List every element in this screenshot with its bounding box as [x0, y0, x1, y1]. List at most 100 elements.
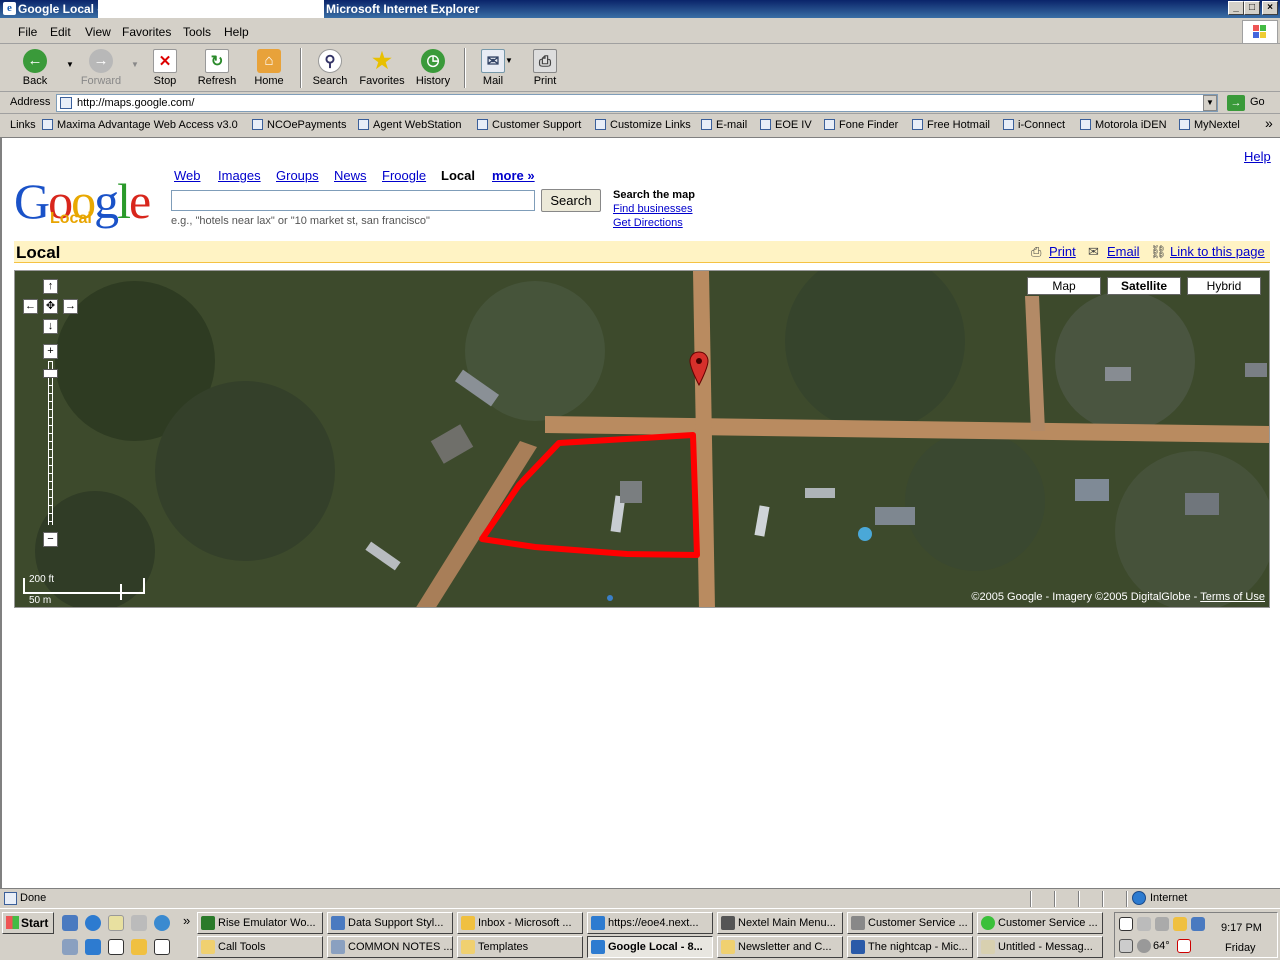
- tray-antivirus-icon[interactable]: [1177, 939, 1191, 953]
- task-inbox[interactable]: Inbox - Microsoft ...: [457, 912, 583, 934]
- history-button[interactable]: ◷ History: [409, 46, 457, 90]
- quicklaunch-outlook-icon[interactable]: [131, 939, 147, 955]
- quicklaunch-desktop-icon[interactable]: [154, 939, 170, 955]
- task-nextel-main-menu[interactable]: Nextel Main Menu...: [717, 912, 843, 934]
- quicklaunch-doc-icon[interactable]: [62, 939, 78, 955]
- pan-down-button[interactable]: ↓: [43, 319, 58, 334]
- get-directions-link[interactable]: Get Directions: [613, 217, 683, 229]
- map-type-hybrid[interactable]: Hybrid: [1187, 277, 1261, 295]
- nav-groups[interactable]: Groups: [276, 168, 319, 183]
- task-common-notes[interactable]: COMMON NOTES ...: [327, 936, 453, 958]
- menu-file[interactable]: File: [18, 25, 37, 39]
- task-the-nightcap[interactable]: The nightcap - Mic...: [847, 936, 973, 958]
- nav-web[interactable]: Web: [174, 168, 201, 183]
- quicklaunch-messenger-icon[interactable]: [154, 915, 170, 931]
- pan-right-button[interactable]: →: [63, 299, 78, 314]
- task-untitled-message[interactable]: Untitled - Messag...: [977, 936, 1103, 958]
- link-mynextel[interactable]: MyNextel: [1179, 119, 1240, 131]
- mail-dropdown-icon[interactable]: ▼: [505, 56, 513, 65]
- tray-clock-icon[interactable]: [1173, 917, 1187, 931]
- menu-favorites[interactable]: Favorites: [122, 25, 171, 39]
- task-rise-emulator[interactable]: Rise Emulator Wo...: [197, 912, 323, 934]
- quicklaunch-notepad-icon[interactable]: [108, 915, 124, 931]
- nav-images[interactable]: Images: [218, 168, 261, 183]
- pan-up-button[interactable]: ↑: [43, 279, 58, 294]
- minimize-button[interactable]: _: [1228, 1, 1244, 15]
- back-dropdown-icon[interactable]: ▼: [66, 60, 74, 69]
- home-button[interactable]: ⌂ Home: [245, 46, 293, 90]
- favorites-button[interactable]: ★ Favorites: [358, 46, 406, 90]
- maximize-button[interactable]: □: [1244, 1, 1260, 15]
- search-input[interactable]: [171, 190, 535, 211]
- start-button[interactable]: Start: [2, 912, 54, 934]
- pan-left-button[interactable]: ←: [23, 299, 38, 314]
- menu-view[interactable]: View: [85, 25, 111, 39]
- print-button[interactable]: ⎙ Print: [521, 46, 569, 90]
- nav-froogle[interactable]: Froogle: [382, 168, 426, 183]
- zoom-slider[interactable]: [48, 361, 53, 525]
- address-dropdown-icon[interactable]: ▼: [1203, 95, 1217, 111]
- tray-time[interactable]: 9:17 PM: [1221, 922, 1262, 934]
- nav-news[interactable]: News: [334, 168, 367, 183]
- refresh-button[interactable]: ↻ Refresh: [193, 46, 241, 90]
- back-button[interactable]: ← Back: [11, 46, 59, 90]
- map-type-satellite[interactable]: Satellite: [1107, 277, 1181, 295]
- go-arrow-icon[interactable]: →: [1227, 95, 1245, 111]
- print-link[interactable]: Print: [1049, 244, 1076, 259]
- taskbar-chevron[interactable]: »: [183, 913, 190, 928]
- menu-tools[interactable]: Tools: [183, 25, 211, 39]
- task-data-support[interactable]: Data Support Styl...: [327, 912, 453, 934]
- tray-speaker-icon[interactable]: [1137, 939, 1151, 953]
- search-button[interactable]: ⚲ Search: [306, 46, 354, 90]
- satellite-map[interactable]: ↑ ← ✥ → ↓ + − Map Satellite Hybrid 200 f…: [14, 270, 1270, 608]
- map-type-map[interactable]: Map: [1027, 277, 1101, 295]
- task-call-tools[interactable]: Call Tools: [197, 936, 323, 958]
- link-ncoepayments[interactable]: NCOePayments: [252, 119, 346, 131]
- google-local-logo[interactable]: Google Local: [14, 172, 151, 230]
- nav-more[interactable]: more »: [492, 168, 535, 183]
- quicklaunch-ie-icon[interactable]: [85, 915, 101, 931]
- link-customize-links[interactable]: Customize Links: [595, 119, 691, 131]
- menu-help[interactable]: Help: [224, 25, 249, 39]
- terms-link[interactable]: Terms of Use: [1200, 591, 1265, 603]
- tray-tool-icon[interactable]: [1155, 917, 1169, 931]
- link-customer-support[interactable]: Customer Support: [477, 119, 581, 131]
- task-templates[interactable]: Templates: [457, 936, 583, 958]
- tray-chat-icon[interactable]: [1119, 917, 1133, 931]
- address-input[interactable]: http://maps.google.com/: [56, 94, 1218, 112]
- link-fone-finder[interactable]: Fone Finder: [824, 119, 898, 131]
- menu-edit[interactable]: Edit: [50, 25, 71, 39]
- forward-button[interactable]: → Forward: [77, 46, 125, 90]
- map-marker-icon[interactable]: [688, 351, 710, 387]
- link-eoe-iv[interactable]: EOE IV: [760, 119, 812, 131]
- quicklaunch-tool-icon[interactable]: [131, 915, 147, 931]
- zoom-in-button[interactable]: +: [43, 344, 58, 359]
- search-submit-button[interactable]: Search: [541, 189, 601, 212]
- stop-button[interactable]: ✕ Stop: [141, 46, 189, 90]
- link-email[interactable]: E-mail: [701, 119, 747, 131]
- link-free-hotmail[interactable]: Free Hotmail: [912, 119, 990, 131]
- email-link[interactable]: Email: [1107, 244, 1140, 259]
- task-customer-service-1[interactable]: Customer Service ...: [847, 912, 973, 934]
- links-more-chevron[interactable]: »: [1265, 115, 1273, 131]
- mail-button[interactable]: ✉ Mail: [469, 46, 517, 90]
- task-customer-service-2[interactable]: Customer Service ...: [977, 912, 1103, 934]
- tray-network-icon[interactable]: [1137, 917, 1151, 931]
- link-to-page-link[interactable]: Link to this page: [1170, 244, 1265, 259]
- link-maxima[interactable]: Maxima Advantage Web Access v3.0: [42, 119, 238, 131]
- help-link[interactable]: Help: [1244, 149, 1271, 164]
- quicklaunch-ie2-icon[interactable]: [85, 939, 101, 955]
- quicklaunch-window-icon[interactable]: [108, 939, 124, 955]
- tray-printer-icon[interactable]: [1119, 939, 1133, 953]
- quicklaunch-explorer-icon[interactable]: [62, 915, 78, 931]
- task-newsletter[interactable]: Newsletter and C...: [717, 936, 843, 958]
- link-agent-webstation[interactable]: Agent WebStation: [358, 119, 461, 131]
- pan-center-button[interactable]: ✥: [43, 299, 58, 314]
- go-button[interactable]: Go: [1250, 96, 1265, 108]
- find-businesses-link[interactable]: Find businesses: [613, 203, 693, 215]
- link-i-connect[interactable]: i-Connect: [1003, 119, 1065, 131]
- zoom-slider-handle[interactable]: [43, 369, 58, 378]
- forward-dropdown-icon[interactable]: ▼: [131, 60, 139, 69]
- zoom-out-button[interactable]: −: [43, 532, 58, 547]
- link-motorola-iden[interactable]: Motorola iDEN: [1080, 119, 1167, 131]
